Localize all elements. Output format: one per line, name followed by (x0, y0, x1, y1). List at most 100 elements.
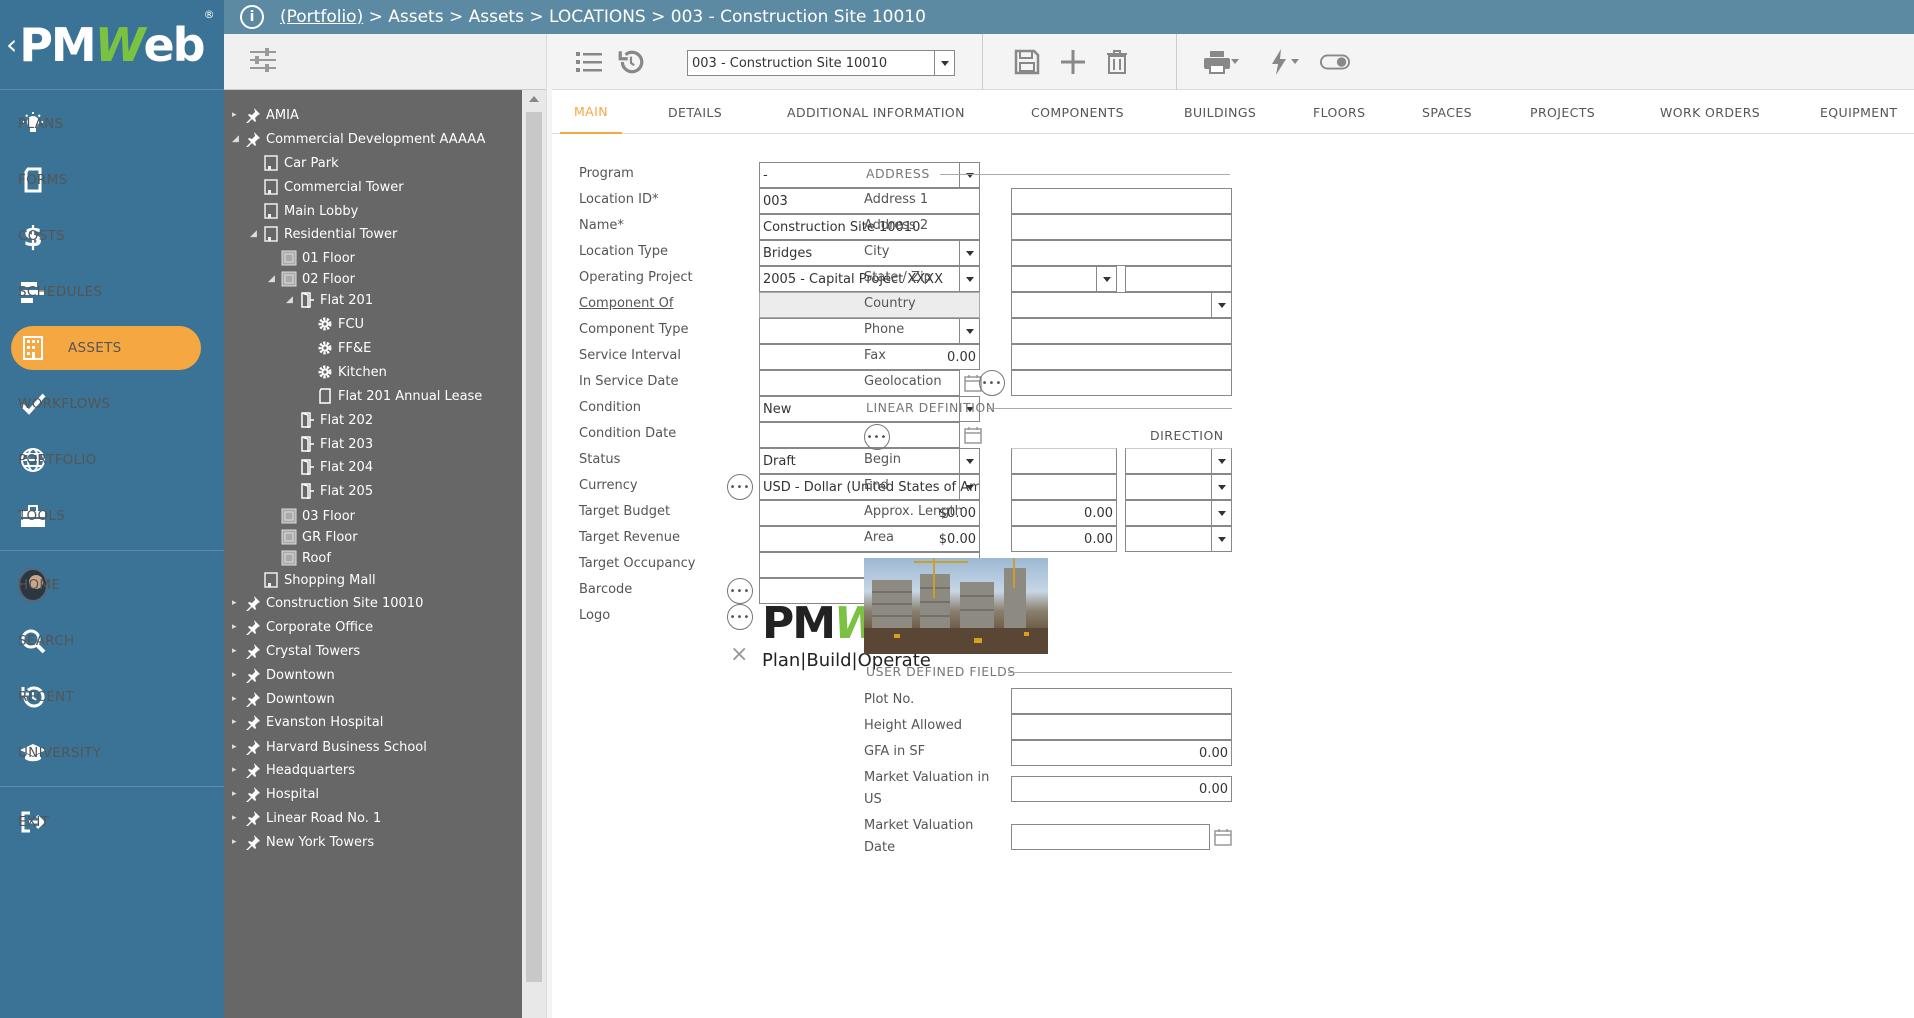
tab-projects[interactable]: PROJECTS (1530, 90, 1595, 134)
expand-arrow-icon[interactable]: ▸ (232, 765, 244, 775)
tab-spaces[interactable]: SPACES (1422, 90, 1472, 134)
address1-input[interactable] (1011, 188, 1232, 214)
approx-length-input[interactable]: 0.00 (1011, 500, 1117, 526)
begin-direction-select[interactable] (1125, 448, 1232, 474)
expand-arrow-icon[interactable]: ▸ (232, 110, 244, 120)
tab-buildings[interactable]: BUILDINGS (1184, 90, 1256, 134)
chevron-down-icon[interactable] (1211, 475, 1231, 499)
expand-arrow-icon[interactable]: ▸ (232, 694, 244, 704)
tree-item[interactable]: ▸ Headquarters (232, 759, 355, 781)
chevron-down-icon[interactable] (1211, 501, 1231, 525)
chevron-down-icon[interactable] (1211, 293, 1231, 317)
state-select[interactable] (1011, 266, 1117, 292)
length-unit-select[interactable] (1125, 500, 1232, 526)
nav-university[interactable]: UNIVERSITY (0, 731, 224, 775)
expand-arrow-icon[interactable]: ▸ (232, 670, 244, 680)
tree-item[interactable]: Roof (268, 547, 331, 569)
tree-item[interactable]: ▸ Linear Road No. 1 (232, 807, 381, 829)
nav-exit[interactable]: EXIT (0, 800, 224, 844)
tree-item[interactable]: ◢ Flat 201 (286, 289, 373, 311)
tree-item[interactable]: Flat 204 (286, 456, 373, 478)
nav-costs[interactable]: $ COSTS (0, 214, 224, 258)
tree-item[interactable]: ▸ Downtown (232, 664, 335, 686)
currency-more-icon[interactable]: ••• (727, 474, 753, 500)
fax-input[interactable] (1011, 344, 1232, 370)
expand-arrow-icon[interactable]: ▸ (232, 789, 244, 799)
tree-scrollbar[interactable] (522, 90, 546, 1018)
add-icon[interactable] (1058, 48, 1088, 76)
phone-input[interactable] (1011, 318, 1232, 344)
tree-item[interactable]: ◢ Residential Tower (250, 223, 397, 245)
market-valuation-us-input[interactable]: 0.00 (1011, 776, 1232, 802)
back-chevron-icon[interactable]: ‹ (6, 28, 17, 61)
chevron-down-icon[interactable] (959, 449, 979, 473)
chevron-down-icon[interactable] (959, 241, 979, 265)
record-selector[interactable]: 003 - Construction Site 10010 (687, 50, 955, 76)
print-menu-chevron-icon[interactable] (1228, 48, 1242, 76)
tree-item[interactable]: FF&E (304, 337, 371, 359)
tree-item[interactable]: GR Floor (268, 526, 358, 548)
chevron-down-icon[interactable] (959, 163, 979, 187)
chevron-down-icon[interactable] (1211, 449, 1231, 473)
chevron-down-icon[interactable] (959, 475, 979, 499)
tree-item[interactable]: ▸ AMIA (232, 104, 299, 126)
expand-arrow-icon[interactable]: ▸ (232, 717, 244, 727)
tree-item[interactable]: FCU (304, 313, 364, 335)
chevron-down-icon[interactable] (934, 51, 954, 75)
tree-item[interactable]: Kitchen (304, 361, 387, 383)
linear-more-icon[interactable]: ••• (864, 424, 890, 450)
condition-date-input[interactable] (759, 422, 960, 448)
list-icon[interactable] (574, 48, 604, 76)
tab-details[interactable]: DETAILS (668, 90, 722, 134)
end-input[interactable] (1011, 474, 1117, 500)
component-of-link[interactable]: Component Of (579, 296, 673, 311)
site-photo[interactable] (864, 558, 1048, 654)
country-select[interactable] (1011, 292, 1232, 318)
tab-additional-information[interactable]: ADDITIONAL INFORMATION (787, 90, 965, 134)
tree-item[interactable]: ▸ Harvard Business School (232, 736, 427, 758)
chevron-down-icon[interactable] (959, 267, 979, 291)
nav-search[interactable]: SEARCH (0, 619, 224, 663)
city-input[interactable] (1011, 240, 1232, 266)
begin-input[interactable] (1011, 448, 1117, 474)
expand-arrow-icon[interactable]: ▸ (232, 598, 244, 608)
tree-item[interactable]: Flat 205 (286, 480, 373, 502)
nav-forms[interactable]: FORMS (0, 158, 224, 202)
nav-tools[interactable]: TOOLS (0, 494, 224, 538)
tree-item[interactable]: ▸ Crystal Towers (232, 640, 360, 662)
tab-components[interactable]: COMPONENTS (1031, 90, 1124, 134)
tree-item[interactable]: ▸ New York Towers (232, 831, 374, 853)
tab-main[interactable]: MAIN (560, 90, 622, 134)
tab-floors[interactable]: FLOORS (1313, 90, 1365, 134)
breadcrumb-portfolio-link[interactable]: (Portfolio) (280, 7, 363, 27)
logo-remove-icon[interactable]: × (730, 642, 748, 667)
tree-item[interactable]: Shopping Mall (250, 569, 376, 591)
collapse-arrow-icon[interactable]: ◢ (250, 229, 262, 239)
history-icon[interactable] (616, 48, 646, 76)
geolocation-input[interactable] (1011, 370, 1232, 396)
tree-item[interactable]: Flat 203 (286, 433, 373, 455)
toggle-icon[interactable] (1320, 48, 1350, 76)
tree-item[interactable]: ▸ Evanston Hospital (232, 711, 383, 733)
tree-item[interactable]: ◢ 02 Floor (268, 268, 355, 290)
calendar-icon[interactable] (1214, 828, 1232, 846)
chevron-down-icon[interactable] (1211, 527, 1231, 551)
collapse-arrow-icon[interactable]: ◢ (286, 295, 298, 305)
tree-item[interactable]: ▸ Hospital (232, 783, 319, 805)
barcode-more-icon[interactable]: ••• (727, 578, 753, 604)
tab-equipment[interactable]: EQUIPMENT (1820, 90, 1897, 134)
tree-item[interactable]: 03 Floor (268, 505, 355, 527)
tree-item[interactable]: Main Lobby (250, 200, 358, 222)
chevron-down-icon[interactable] (1096, 267, 1116, 291)
address2-input[interactable] (1011, 214, 1232, 240)
nav-workflows[interactable]: WORKFLOWS (0, 382, 224, 426)
expand-arrow-icon[interactable]: ▸ (232, 837, 244, 847)
tree-item[interactable]: ◢ Commercial Development AAAAA (232, 128, 485, 150)
tree-item[interactable]: Flat 201 Annual Lease (304, 385, 482, 407)
nav-home[interactable]: HOME (0, 563, 224, 607)
tab-work-orders[interactable]: WORK ORDERS (1660, 90, 1760, 134)
tree-item[interactable]: ▸ Corporate Office (232, 616, 373, 638)
market-valuation-date-input[interactable] (1011, 824, 1210, 850)
calendar-icon[interactable] (964, 426, 982, 444)
nav-plans[interactable]: PLANS (0, 102, 224, 146)
